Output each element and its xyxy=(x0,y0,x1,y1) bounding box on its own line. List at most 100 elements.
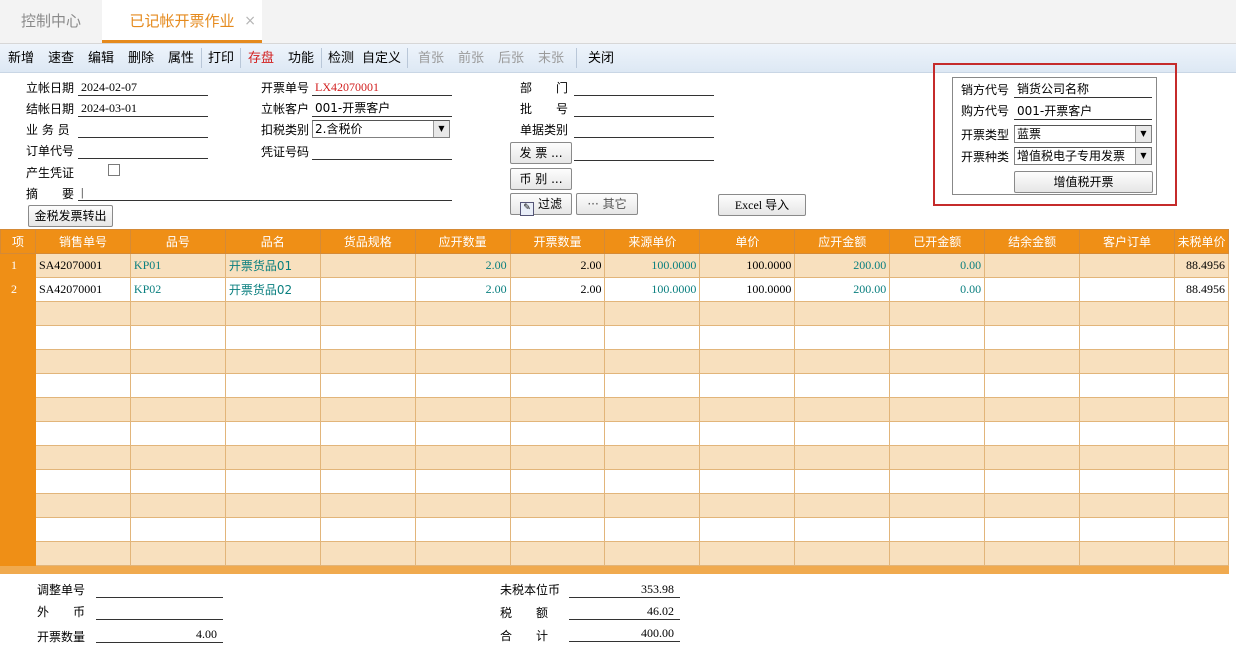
empty-cell[interactable] xyxy=(509,373,606,398)
empty-cell[interactable] xyxy=(604,349,701,374)
empty-cell[interactable] xyxy=(889,541,986,566)
voucher-checkbox[interactable] xyxy=(108,164,120,176)
empty-cell[interactable] xyxy=(224,373,321,398)
empty-cell[interactable] xyxy=(1173,397,1229,422)
empty-cell[interactable] xyxy=(34,421,131,446)
empty-cell[interactable] xyxy=(604,517,701,542)
delete-button[interactable]: 删除 xyxy=(128,44,154,72)
empty-cell[interactable] xyxy=(794,469,891,494)
empty-cell[interactable] xyxy=(509,541,606,566)
col-header[interactable]: 应开数量 xyxy=(414,229,511,254)
col-header[interactable]: 开票数量 xyxy=(509,229,606,254)
empty-cell[interactable] xyxy=(509,445,606,470)
empty-cell[interactable] xyxy=(1079,397,1175,422)
col-header[interactable]: 来源单价 xyxy=(604,229,701,254)
empty-row[interactable] xyxy=(0,541,1229,566)
empty-cell[interactable] xyxy=(604,541,701,566)
empty-cell[interactable] xyxy=(1079,421,1175,446)
empty-cell[interactable] xyxy=(319,325,416,350)
empty-cell[interactable] xyxy=(319,445,416,470)
empty-cell[interactable] xyxy=(889,469,986,494)
empty-cell[interactable] xyxy=(129,493,226,518)
empty-cell[interactable] xyxy=(509,325,606,350)
voucher-no-field[interactable] xyxy=(312,143,452,160)
empty-cell[interactable] xyxy=(1173,301,1229,326)
empty-cell[interactable] xyxy=(414,517,511,542)
empty-cell[interactable] xyxy=(414,397,511,422)
cell-due-amount[interactable]: 200.00 xyxy=(794,277,891,302)
foreign-field[interactable] xyxy=(96,603,223,620)
empty-cell[interactable] xyxy=(129,397,226,422)
seller-field[interactable]: 销货公司名称 xyxy=(1014,81,1152,98)
cell-item-name[interactable]: 开票货品02 xyxy=(224,277,321,302)
col-header[interactable]: 已开金额 xyxy=(889,229,986,254)
empty-cell[interactable] xyxy=(1173,469,1229,494)
empty-cell[interactable] xyxy=(414,325,511,350)
empty-row[interactable] xyxy=(0,517,1229,542)
empty-cell[interactable] xyxy=(414,301,511,326)
empty-cell[interactable] xyxy=(1079,349,1175,374)
empty-cell[interactable] xyxy=(889,517,986,542)
empty-cell[interactable] xyxy=(34,397,131,422)
chevron-down-icon[interactable]: ▼ xyxy=(1135,148,1151,164)
vat-invoice-button[interactable]: 增值税开票 xyxy=(1014,171,1153,193)
empty-cell[interactable] xyxy=(699,421,796,446)
cell-invoiced-amount[interactable]: 0.00 xyxy=(889,277,986,302)
empty-cell[interactable] xyxy=(224,349,321,374)
empty-cell[interactable] xyxy=(1173,373,1229,398)
empty-cell[interactable] xyxy=(984,421,1081,446)
empty-cell[interactable] xyxy=(604,397,701,422)
empty-cell[interactable] xyxy=(414,349,511,374)
empty-cell[interactable] xyxy=(699,469,796,494)
cell-customer-order[interactable] xyxy=(1079,277,1175,302)
table-row[interactable]: 2 SA42070001 KP02 开票货品02 2.00 2.00 100.0… xyxy=(0,277,1229,302)
empty-cell[interactable] xyxy=(604,373,701,398)
empty-cell[interactable] xyxy=(984,517,1081,542)
empty-cell[interactable] xyxy=(509,421,606,446)
empty-cell[interactable] xyxy=(319,373,416,398)
empty-cell[interactable] xyxy=(319,397,416,422)
empty-cell[interactable] xyxy=(794,301,891,326)
empty-cell[interactable] xyxy=(34,373,131,398)
currency-button[interactable]: 币 别 ... xyxy=(510,168,572,190)
empty-cell[interactable] xyxy=(224,541,321,566)
empty-cell[interactable] xyxy=(224,517,321,542)
empty-cell[interactable] xyxy=(889,445,986,470)
empty-cell[interactable] xyxy=(984,469,1081,494)
batch-field[interactable] xyxy=(574,100,714,117)
empty-cell[interactable] xyxy=(699,397,796,422)
cell-due-qty[interactable]: 2.00 xyxy=(414,253,511,278)
empty-cell[interactable] xyxy=(1173,517,1229,542)
empty-cell[interactable] xyxy=(794,397,891,422)
empty-cell[interactable] xyxy=(1173,421,1229,446)
tab-posted-invoicing[interactable]: 已记帐开票作业 × xyxy=(102,0,262,43)
invoice-no-field[interactable]: LX42070001 xyxy=(312,79,452,96)
customize-button[interactable]: 自定义 xyxy=(362,44,401,72)
empty-row[interactable] xyxy=(0,325,1229,350)
empty-cell[interactable] xyxy=(509,517,606,542)
cell-spec[interactable] xyxy=(319,277,416,302)
empty-cell[interactable] xyxy=(889,373,986,398)
cell-price[interactable]: 100.0000 xyxy=(699,277,796,302)
invoice-kind-select[interactable]: 增值税电子专用发票 ▼ xyxy=(1014,147,1152,165)
empty-cell[interactable] xyxy=(414,421,511,446)
empty-cell[interactable] xyxy=(1173,349,1229,374)
empty-cell[interactable] xyxy=(319,541,416,566)
last-record-button[interactable]: 末张 xyxy=(538,44,564,72)
empty-cell[interactable] xyxy=(319,469,416,494)
empty-cell[interactable] xyxy=(224,301,321,326)
cell-sales-order[interactable]: SA42070001 xyxy=(34,277,131,302)
col-header[interactable]: 结余金额 xyxy=(984,229,1081,254)
empty-cell[interactable] xyxy=(1173,325,1229,350)
empty-cell[interactable] xyxy=(604,421,701,446)
empty-cell[interactable] xyxy=(794,445,891,470)
cell-item-code[interactable]: KP01 xyxy=(129,253,226,278)
empty-cell[interactable] xyxy=(319,301,416,326)
empty-cell[interactable] xyxy=(129,445,226,470)
empty-cell[interactable] xyxy=(224,445,321,470)
cell-item-code[interactable]: KP02 xyxy=(129,277,226,302)
cell-qty[interactable]: 2.00 xyxy=(509,277,606,302)
empty-cell[interactable] xyxy=(1079,517,1175,542)
empty-cell[interactable] xyxy=(1173,445,1229,470)
empty-cell[interactable] xyxy=(1173,493,1229,518)
